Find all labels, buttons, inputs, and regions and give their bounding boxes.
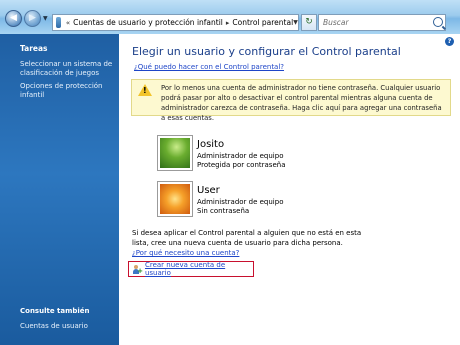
- sidebar-link-game-rating[interactable]: Seleccionar un sistema de clasificación …: [20, 60, 116, 78]
- help-icon[interactable]: ?: [445, 37, 454, 46]
- forward-button[interactable]: ▶: [24, 10, 41, 27]
- address-dropdown-icon[interactable]: ▼: [293, 19, 298, 26]
- user-password-status: Protegida por contraseña: [197, 161, 286, 169]
- add-user-icon: +: [132, 264, 143, 274]
- search-icon[interactable]: [433, 17, 443, 27]
- info-text: Si desea aplicar el Control parental a a…: [132, 229, 362, 247]
- chevron-right-icon[interactable]: ▸: [226, 19, 230, 27]
- sidebar-link-user-accounts[interactable]: Cuentas de usuario: [20, 322, 116, 331]
- sidebar-link-protection-options[interactable]: Opciones de protección infantil: [20, 82, 116, 100]
- avatar[interactable]: [157, 135, 193, 171]
- user-name[interactable]: Josito: [197, 139, 224, 150]
- page-title: Elegir un usuario y configurar el Contro…: [132, 45, 401, 58]
- search-placeholder: Buscar: [323, 18, 349, 27]
- user-password-status: Sin contraseña: [197, 207, 250, 215]
- back-button[interactable]: ◀: [5, 10, 22, 27]
- main-content: ? Elegir un usuario y configurar el Cont…: [119, 34, 460, 345]
- user-tile-josito[interactable]: Josito Administrador de equipo Protegida…: [157, 135, 357, 175]
- address-bar-area: ◀ ▶ ▼ « Cuentas de usuario y protección …: [0, 0, 460, 34]
- user-tile-user[interactable]: User Administrador de equipo Sin contras…: [157, 181, 357, 221]
- see-also-header: Consulte también: [20, 307, 90, 315]
- user-name[interactable]: User: [197, 185, 220, 196]
- create-account-highlight[interactable]: + Crear nueva cuenta de usuario: [128, 261, 254, 277]
- warning-banner[interactable]: ! Por lo menos una cuenta de administrad…: [131, 79, 451, 122]
- why-account-link[interactable]: ¿Por qué necesito una cuenta?: [132, 249, 239, 257]
- user-role: Administrador de equipo: [197, 198, 284, 206]
- avatar[interactable]: [157, 181, 193, 217]
- address-bar[interactable]: « Cuentas de usuario y protección infant…: [52, 14, 299, 31]
- tasks-header: Tareas: [20, 44, 48, 53]
- search-input[interactable]: Buscar: [318, 14, 446, 31]
- user-role: Administrador de equipo: [197, 152, 284, 160]
- help-link[interactable]: ¿Qué puedo hacer con el Control parental…: [134, 63, 284, 71]
- sidebar: Tareas Seleccionar un sistema de clasifi…: [0, 34, 119, 345]
- warning-text[interactable]: Por lo menos una cuenta de administrador…: [161, 84, 442, 122]
- chevron-right-icon[interactable]: «: [66, 19, 70, 27]
- create-account-link[interactable]: Crear nueva cuenta de usuario: [145, 261, 253, 277]
- recent-pages-dropdown-icon[interactable]: ▼: [43, 15, 48, 22]
- breadcrumb-user-accounts[interactable]: Cuentas de usuario y protección infantil: [73, 18, 223, 27]
- warning-icon: !: [138, 84, 152, 96]
- refresh-button[interactable]: ↻: [301, 14, 317, 31]
- breadcrumb-parental-control[interactable]: Control parental: [232, 18, 293, 27]
- control-panel-icon: [56, 17, 61, 28]
